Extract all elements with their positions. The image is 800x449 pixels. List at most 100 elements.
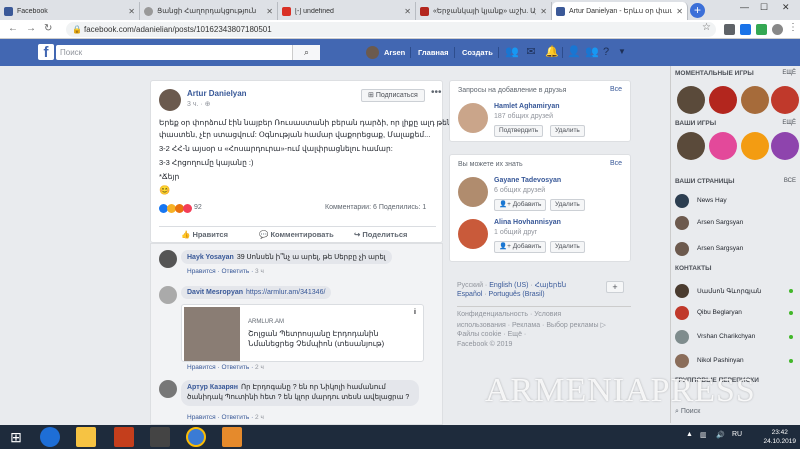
comment-time[interactable]: 3 ч — [255, 268, 264, 275]
contact-item[interactable]: Սամսոն Գևորգյան — [675, 284, 799, 298]
share-button[interactable]: ↪ Поделиться — [354, 230, 407, 239]
see-all-link[interactable]: Все — [610, 160, 622, 167]
comment-time[interactable]: 2 ч — [255, 414, 264, 421]
link-preview-card[interactable]: ARMLUR.AM Շոլցան Պետրոսյանը Էրդոդանին Նմ… — [181, 304, 424, 362]
network-icon[interactable]: ▥ — [700, 431, 707, 439]
language-link[interactable]: English (US) — [489, 282, 528, 289]
new-tab-button[interactable]: + — [690, 3, 705, 18]
minimize-icon[interactable]: — — [740, 2, 749, 12]
commenter-name[interactable]: Артур Казарян — [187, 384, 238, 391]
help-icon[interactable]: ? — [600, 46, 612, 58]
notifications-bell-icon[interactable]: 🔔 — [545, 46, 559, 58]
friend-name[interactable]: Hamlet Aghamiryan — [494, 103, 559, 110]
comment-reply-link[interactable]: Ответить — [221, 414, 249, 421]
comment-reply-link[interactable]: Ответить — [221, 268, 249, 275]
profile-link[interactable]: Arsen — [384, 48, 405, 57]
chevron-down-icon[interactable]: ▼ — [616, 46, 628, 58]
add-friend-button[interactable]: 👤+ Добавить — [494, 241, 547, 253]
powerpoint-icon[interactable] — [114, 427, 134, 447]
volume-icon[interactable]: 🔊 — [716, 431, 725, 439]
game-icon[interactable] — [771, 132, 799, 160]
footer-links[interactable]: использования · Реклама · Выбор рекламы … — [457, 321, 606, 329]
friend-requests-icon[interactable]: 👥 — [505, 46, 519, 58]
profile-avatar-icon[interactable] — [772, 24, 783, 35]
post-author-name[interactable]: Artur Danielyan — [187, 89, 247, 98]
close-tab-icon[interactable]: ✕ — [540, 7, 547, 16]
facebook-logo-icon[interactable]: f — [38, 44, 54, 61]
delete-button[interactable]: Удалить — [550, 241, 585, 253]
game-icon[interactable] — [677, 86, 705, 114]
comment-button[interactable]: 💬 Комментировать — [259, 230, 334, 239]
game-icon[interactable] — [741, 132, 769, 160]
browser-tab[interactable]: Ցանցի Հաղորդակցություն ✕ — [140, 2, 278, 20]
close-tab-icon[interactable]: ✕ — [404, 7, 411, 16]
maximize-icon[interactable]: ☐ — [760, 2, 768, 13]
see-all-link[interactable]: ВСЕ — [784, 178, 796, 184]
comment-like-link[interactable]: Нравится — [187, 414, 216, 421]
page-item[interactable]: Arsen Sargsyan — [675, 216, 799, 230]
chrome-icon[interactable] — [186, 427, 206, 447]
see-more-link[interactable]: ЕЩЁ — [782, 120, 796, 126]
search-button[interactable]: ⌕ — [292, 45, 320, 60]
search-input[interactable]: Поиск — [56, 45, 320, 60]
confirm-button[interactable]: Подтвердить — [494, 125, 544, 137]
suggestion-avatar[interactable] — [458, 177, 488, 207]
mutual-friends[interactable]: 187 общих друзей — [494, 113, 553, 120]
reload-icon[interactable]: ↻ — [44, 23, 52, 34]
commenter-avatar[interactable] — [159, 250, 177, 268]
more-options-icon[interactable]: ••• — [431, 87, 442, 98]
browser-tab[interactable]: «Երջանկայի կյանք» աշխ. Աշխա... ✕ — [416, 2, 552, 20]
browser-tab[interactable]: Facebook ✕ — [0, 2, 140, 20]
language-link[interactable]: Русский — [457, 282, 483, 289]
add-friend-button[interactable]: 👤+ Добавить — [494, 199, 547, 211]
friends-icon[interactable]: 👥 — [585, 46, 599, 58]
reaction-count[interactable]: 92 — [194, 204, 202, 211]
create-link[interactable]: Создать — [462, 48, 493, 57]
forward-arrow-icon[interactable]: → — [26, 23, 36, 34]
post-author-avatar[interactable] — [159, 89, 181, 111]
quick-help-icon[interactable]: 👤 — [567, 46, 581, 58]
page-item[interactable]: News Hay — [675, 194, 799, 208]
home-link[interactable]: Главная — [418, 48, 449, 57]
comment-like-link[interactable]: Нравится — [187, 268, 216, 275]
close-tab-icon[interactable]: ✕ — [128, 7, 135, 16]
footer-links[interactable]: Файлы cookie · Ещё · — [457, 331, 526, 338]
clock[interactable]: 23:42 24.10.2019 — [763, 428, 796, 446]
extension-icon[interactable] — [756, 24, 767, 35]
commenter-avatar[interactable] — [159, 380, 177, 398]
delete-button[interactable]: Удалить — [550, 125, 585, 137]
like-button[interactable]: 👍 Нравится — [181, 230, 228, 239]
contact-item[interactable]: Qibu Beglaryan — [675, 306, 799, 320]
mutual-friends[interactable]: 6 общих друзей — [494, 187, 545, 194]
language-link[interactable]: Հայերեն — [535, 282, 566, 289]
close-window-icon[interactable]: ✕ — [782, 2, 790, 13]
suggestion-name[interactable]: Alina Hovhannisyan — [494, 219, 561, 226]
contact-item[interactable]: Vrshan Charikchyan — [675, 330, 799, 344]
close-tab-icon[interactable]: ✕ — [266, 7, 273, 16]
language-indicator[interactable]: RU — [732, 431, 742, 438]
game-icon[interactable] — [771, 86, 799, 114]
subscribe-button[interactable]: ⊞ Подписаться — [361, 89, 425, 102]
comment-like-link[interactable]: Нравится — [187, 364, 216, 371]
internet-explorer-icon[interactable] — [40, 427, 60, 447]
language-link[interactable]: Español — [457, 291, 482, 298]
star-icon[interactable]: ☆ — [702, 22, 711, 33]
see-more-link[interactable]: ЕЩЁ — [782, 70, 796, 76]
comments-shares-count[interactable]: Комментарии: 6 Поделились: 1 — [325, 204, 426, 211]
footer-links[interactable]: Конфиденциальность · Условия — [457, 311, 561, 318]
messenger-icon[interactable]: ✉ — [525, 46, 537, 58]
comment-link[interactable]: https://armlur.am/341346/ — [246, 289, 325, 296]
post-time[interactable]: 3 ч. · ⊕ — [187, 100, 211, 108]
mutual-friends[interactable]: 1 общий друг — [494, 229, 537, 236]
contact-item[interactable]: Nikol Pashinyan — [675, 354, 799, 368]
url-input[interactable]: 🔒 facebook.com/adanielian/posts/101623438… — [66, 22, 716, 37]
file-explorer-icon[interactable] — [76, 427, 96, 447]
game-icon[interactable] — [709, 132, 737, 160]
game-icon[interactable] — [741, 86, 769, 114]
friend-avatar[interactable] — [458, 103, 488, 133]
extension-icon[interactable] — [740, 24, 751, 35]
app-icon[interactable] — [150, 427, 170, 447]
game-icon[interactable] — [677, 132, 705, 160]
commenter-avatar[interactable] — [159, 286, 177, 304]
suggestion-name[interactable]: Gayane Tadevosyan — [494, 177, 561, 184]
